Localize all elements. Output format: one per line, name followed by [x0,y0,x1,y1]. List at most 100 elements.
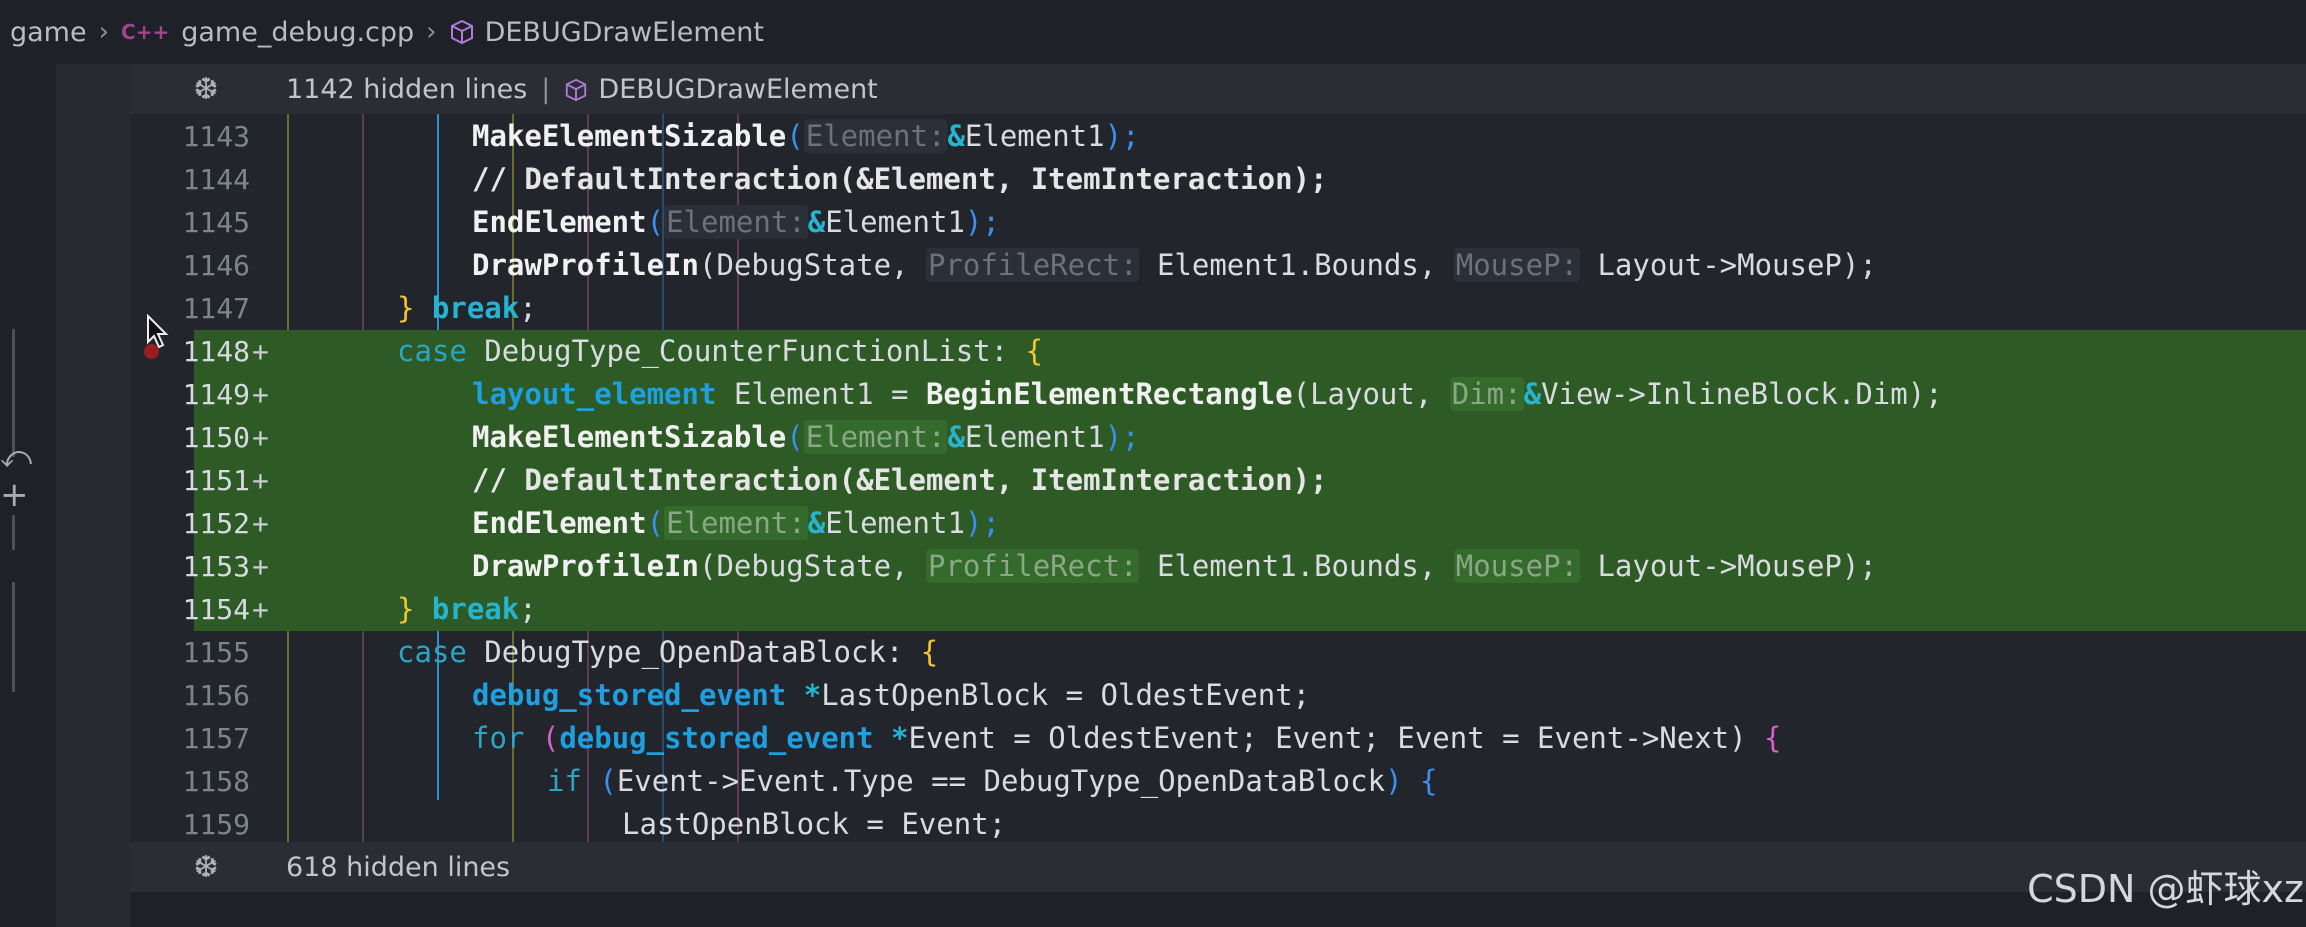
breadcrumb-file[interactable]: C++ game_debug.cpp [121,17,414,48]
code-token: & [807,205,826,239]
parameter-hint: Element: [664,506,808,540]
code-token: * [786,678,822,712]
breadcrumb-symbol-label: DEBUGDrawElement [484,16,764,48]
code-text: case DebugType_CounterFunctionList: { [397,330,1043,373]
code-text: LastOpenBlock = Event; [622,803,1006,842]
line-number[interactable]: 1154 [130,588,250,631]
code-line[interactable]: 1143 MakeElementSizable(Element:&Element1… [130,115,2306,158]
code-text: case DebugType_OpenDataBlock: { [397,631,938,674]
breakpoint-icon[interactable] [144,344,159,359]
code-token: debug_stored_event [472,678,787,712]
code-line[interactable]: 1157 for (debug_stored_event *Event = Old… [130,717,2306,760]
code-token: * [873,721,909,755]
code-line[interactable]: 1150 + MakeElementSizable(Element:&Element… [183,416,2306,459]
code-token: LastOpenBlock = Event; [622,807,1007,841]
code-token: & [807,506,826,540]
fold-symbol: DEBUGDrawElement [598,73,878,105]
code-token: EndElement [472,506,647,540]
line-number[interactable]: 1155 [130,631,250,674]
parameter-hint: Element: [803,119,948,153]
code-token: DrawProfileIn [472,248,699,282]
code-text: } break; [397,287,537,330]
code-text: EndElement(Element:&Element1); [472,502,1000,545]
line-number[interactable]: 1149 [130,373,250,416]
code-text: MakeElementSizable(Element:&Element1); [472,115,1140,158]
code-line[interactable]: 1148 + case DebugType_CounterFunctionList:… [183,330,2306,373]
line-number[interactable]: 1158 [130,760,250,803]
code-line[interactable]: 1156 debug_stored_event *LastOpenBlock = … [130,674,2306,717]
code-token: EndElement [472,205,647,239]
code-token: View->InlineBlock.Dim); [1541,377,1943,411]
code-line[interactable]: 1144 // DefaultInteraction(&Element, Item… [130,158,2306,201]
added-line-marker: + [252,507,269,540]
line-number[interactable]: 1156 [130,674,250,717]
code-token: ; [519,291,537,325]
code-line[interactable]: 1147} break; [130,287,2306,330]
code-token: LastOpenBlock = OldestEvent; [821,678,1311,712]
code-token: { [1764,721,1782,755]
chevron-right-icon: › [98,17,110,47]
code-line[interactable]: 1146 DrawProfileIn(DebugState, ProfileRec… [130,244,2306,287]
code-token: { [1419,764,1438,798]
parameter-hint: ProfileRect: [925,549,1140,583]
code-token: Element1 = [716,377,926,411]
code-token: ( [646,205,665,239]
code-line[interactable]: 1151 +// DefaultInteraction(&Element, Ite… [183,459,2306,502]
code-editor[interactable]: 1143 MakeElementSizable(Element:&Element1… [130,114,2306,842]
code-line[interactable]: 1153 + DrawProfileIn(DebugState, ProfileRe… [183,545,2306,588]
code-token: BeginElementRectangle [925,377,1293,411]
code-line[interactable]: 1145 EndElement(Element:&Element1); [130,201,2306,244]
breadcrumb-symbol[interactable]: DEBUGDrawElement [449,17,764,48]
code-token: // DefaultInteraction(&Element, ItemInte… [472,463,1328,497]
line-number[interactable]: 1152 [130,502,250,545]
line-number[interactable]: 1153 [130,545,250,588]
parameter-hint: MouseP: [1453,549,1580,583]
stage-change-icon[interactable]: + [0,478,29,512]
code-token: // DefaultInteraction(&Element, ItemInte… [472,162,1328,196]
hidden-lines-count: 1142 hidden lines [286,73,528,105]
line-number[interactable]: 1145 [130,201,250,244]
code-token: { [1025,334,1044,368]
added-line-marker: + [252,335,269,368]
added-line-marker: + [252,378,269,411]
line-number[interactable]: 1150 [130,416,250,459]
added-line-marker: + [252,464,269,497]
folded-region-top[interactable]: ❆ 1142 hidden lines | DEBUGDrawElement [130,64,2306,114]
code-line[interactable]: 1149 + layout_element Element1 = BeginElem… [183,373,2306,416]
line-number[interactable]: 1159 [130,803,250,842]
line-number[interactable]: 1157 [130,717,250,760]
code-token: ); [1104,119,1140,153]
unfold-icon[interactable]: ❆ [190,74,222,106]
parameter-hint: Element: [664,205,808,239]
breadcrumb-folder[interactable]: game [10,17,87,48]
code-token: { [920,635,939,669]
code-text: // DefaultInteraction(&Element, ItemInte… [472,158,1328,201]
method-cube-icon [566,78,587,102]
code-text: DrawProfileIn(DebugState, ProfileRect: E… [472,244,1877,287]
code-line[interactable]: 1154 +} break; [183,588,2306,631]
diff-range-bar [12,329,15,457]
code-token: (Layout, [1292,377,1450,411]
line-number[interactable]: 1151 [130,459,250,502]
code-token: ) [1385,764,1420,798]
folded-region-bottom[interactable]: ❆ 618 hidden lines [130,842,2306,892]
code-text: MakeElementSizable(Element:&Element1); [472,416,1140,459]
revert-icon[interactable]: ⤺ [0,440,32,475]
line-number[interactable]: 1146 [130,244,250,287]
added-line-marker: + [252,550,269,583]
code-token: case [397,334,467,368]
line-number[interactable]: 1143 [130,115,250,158]
code-line[interactable]: 1158 if (Event->Event.Type == DebugType_O… [130,760,2306,803]
code-token: if [547,764,582,798]
glyph-margin[interactable] [56,64,130,927]
parameter-hint: MouseP: [1453,248,1580,282]
code-token: & [1523,377,1542,411]
code-line[interactable]: 1152 + EndElement(Element:&Element1); [183,502,2306,545]
code-line[interactable]: 1159 LastOpenBlock = Event; [130,803,2306,842]
line-number[interactable]: 1144 [130,158,250,201]
code-line[interactable]: 1155 case DebugType_OpenDataBlock: { [130,631,2306,674]
code-token: Element1 [825,506,965,540]
code-token: Element1 [964,119,1105,153]
unfold-icon[interactable]: ❆ [190,852,222,884]
code-text: EndElement(Element:&Element1); [472,201,1000,244]
